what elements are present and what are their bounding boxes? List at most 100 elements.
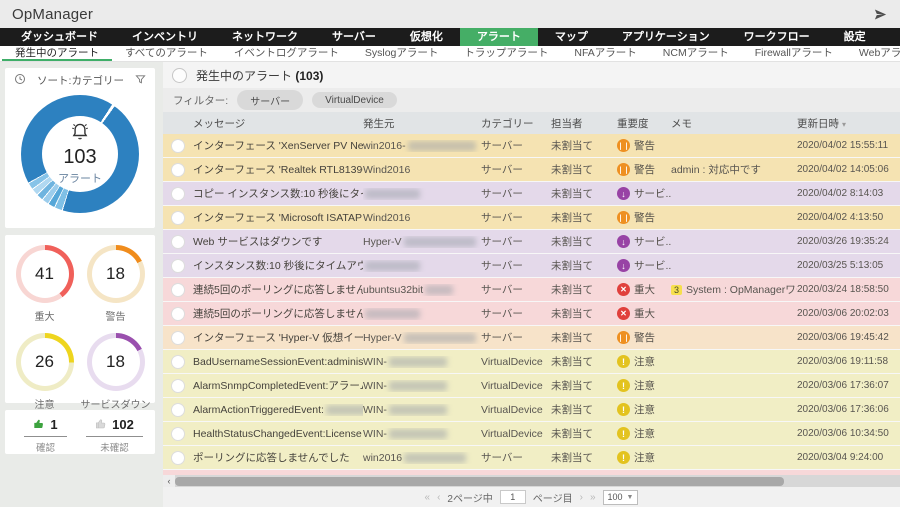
message-cell[interactable]: インターフェース 'Realtek RTL8139C+ Fast E... <box>193 162 363 177</box>
next-page-icon[interactable]: › <box>580 492 583 503</box>
filter-chip-virtualdevice[interactable]: VirtualDevice <box>312 92 397 108</box>
scroll-left-arrow-icon[interactable]: ‹ <box>163 476 175 486</box>
source-cell[interactable]: WIN- <box>363 404 481 416</box>
row-select-radio[interactable] <box>171 211 185 225</box>
table-row[interactable]: インスタンス数:10 秒後にタイムアウトにな...サーバー未割当てサービ...2… <box>163 254 900 277</box>
table-row[interactable]: インターフェース 'XenServer PV Network De...win2… <box>163 134 900 157</box>
nav-item[interactable]: ダッシュボード <box>4 28 115 46</box>
col-header-memo[interactable]: メモ <box>671 116 797 131</box>
nav-item[interactable]: アラート <box>460 28 538 46</box>
row-select-radio[interactable] <box>171 283 185 297</box>
page-number-input[interactable] <box>500 490 526 504</box>
row-select-radio[interactable] <box>171 163 185 177</box>
source-cell[interactable]: win2016 <box>363 452 481 464</box>
source-cell[interactable]: Hyper-V <box>363 236 481 248</box>
nav-item[interactable]: アプリケーション <box>605 28 727 46</box>
nav-item[interactable]: インベントリ <box>115 28 215 46</box>
nav-item[interactable]: 設定 <box>827 28 883 46</box>
memo-count-badge[interactable]: 3 <box>671 285 682 295</box>
row-select-radio[interactable] <box>171 427 185 441</box>
message-cell[interactable]: 連続5回のポーリングに応答しませんでした <box>193 306 363 321</box>
filter-chip-server[interactable]: サーバー <box>237 90 303 110</box>
history-clock-icon[interactable] <box>14 73 26 88</box>
ack-unconfirmed[interactable]: 102未確認 <box>80 417 149 449</box>
source-cell[interactable] <box>363 260 481 272</box>
source-cell[interactable]: Wind2016 <box>363 164 481 176</box>
subnav-item[interactable]: Syslogアラート <box>352 46 452 61</box>
table-row[interactable]: インターフェース 'Hyper-V 仮想イーサネット...Hyper-Vサーバー… <box>163 326 900 349</box>
message-cell[interactable]: HealthStatusChangedEvent:License Service… <box>193 428 363 440</box>
subnav-item[interactable]: NFAアラート <box>561 46 649 61</box>
subnav-item[interactable]: 発生中のアラート <box>2 46 112 61</box>
source-cell[interactable]: Hyper-V <box>363 332 481 344</box>
row-select-radio[interactable] <box>171 259 185 273</box>
source-cell[interactable]: Wind2016 <box>363 212 481 224</box>
horizontal-scrollbar[interactable]: ‹ <box>163 475 900 487</box>
nav-item[interactable]: レポート <box>883 28 900 46</box>
subnav-item[interactable]: Firewallアラート <box>742 46 846 61</box>
row-select-radio[interactable] <box>171 451 185 465</box>
prev-page-icon[interactable]: ‹ <box>437 492 440 503</box>
table-row[interactable]: 連続5回のポーリングに応答しませんでしたubuntsu32bitサーバー未割当て… <box>163 278 900 301</box>
last-page-icon[interactable]: » <box>590 492 596 503</box>
select-all-radio[interactable] <box>172 68 187 83</box>
ack-confirmed[interactable]: 1確認 <box>11 417 80 449</box>
source-cell[interactable]: WIN- <box>363 380 481 392</box>
message-cell[interactable]: ポーリングに応答しませんでした <box>193 450 363 465</box>
row-select-radio[interactable] <box>171 379 185 393</box>
filter-funnel-icon[interactable] <box>135 74 146 88</box>
subnav-item[interactable]: イベントログアラート <box>221 46 352 61</box>
table-row[interactable]: AlarmActionTriggeredEvent:WIN-VirtualDev… <box>163 398 900 421</box>
alert-category-donut-chart[interactable]: 103 アラート <box>21 95 139 213</box>
col-header-category[interactable]: カテゴリー <box>481 116 551 131</box>
source-cell[interactable]: WIN- <box>363 428 481 440</box>
row-select-radio[interactable] <box>171 187 185 201</box>
subnav-item[interactable]: トラップアラート <box>451 46 561 61</box>
nav-item[interactable]: ネットワーク <box>215 28 315 46</box>
scrollbar-thumb[interactable] <box>175 477 784 486</box>
source-cell[interactable]: WIN- <box>363 356 481 368</box>
message-cell[interactable]: AlarmActionTriggeredEvent: <box>193 404 363 416</box>
table-row[interactable]: 連続5回のポーリングに応答しませんでしたサーバー未割当て重大2020/03/06… <box>163 302 900 325</box>
source-cell[interactable] <box>363 308 481 320</box>
severity-ring[interactable]: 18警告 <box>80 245 151 323</box>
row-select-radio[interactable] <box>171 139 185 153</box>
table-row[interactable]: HealthStatusChangedEvent:License Service… <box>163 422 900 445</box>
subnav-item[interactable]: Webアラート <box>846 46 900 61</box>
message-cell[interactable]: インターフェース 'Hyper-V 仮想イーサネット... <box>193 330 363 345</box>
table-row[interactable]: コピー インスタンス数:10 秒後にタイムアウ...サーバー未割当てサービ...… <box>163 182 900 205</box>
table-row[interactable]: インターフェース 'Realtek RTL8139C+ Fast E...Win… <box>163 158 900 181</box>
nav-item[interactable]: ワークフロー <box>727 28 827 46</box>
table-row[interactable]: ポーリングに応答しませんでしたwin2016サーバー未割当て注意2020/03/… <box>163 446 900 469</box>
message-cell[interactable]: インターフェース 'XenServer PV Network De... <box>193 138 363 153</box>
paper-plane-icon[interactable] <box>873 7 888 22</box>
nav-item[interactable]: マップ <box>538 28 605 46</box>
source-cell[interactable]: ubuntsu32bit <box>363 284 481 296</box>
table-row[interactable]: BadUsernameSessionEvent:administrator@vs… <box>163 350 900 373</box>
nav-item[interactable]: 仮想化 <box>393 28 460 46</box>
col-header-source[interactable]: 発生元 <box>363 116 481 131</box>
message-cell[interactable]: 連続5回のポーリングに応答しませんでした <box>193 282 363 297</box>
row-select-radio[interactable] <box>171 307 185 321</box>
message-cell[interactable]: Web サービスはダウンです <box>193 234 363 249</box>
table-row[interactable]: インターフェース 'Microsoft ISATAP Adapter-...Wi… <box>163 206 900 229</box>
source-cell[interactable] <box>363 188 481 200</box>
col-header-updated[interactable]: 更新日時▾ <box>797 116 900 131</box>
severity-ring[interactable]: 26注意 <box>9 333 80 411</box>
subnav-item[interactable]: NCMアラート <box>650 46 742 61</box>
col-header-assignee[interactable]: 担当者 <box>551 116 617 131</box>
message-cell[interactable]: コピー インスタンス数:10 秒後にタイムアウ... <box>193 186 363 201</box>
table-row[interactable]: AlarmSnmpCompletedEvent:アラーム「テス...WIN-Vi… <box>163 374 900 397</box>
source-cell[interactable]: win2016- <box>363 140 481 152</box>
row-select-radio[interactable] <box>171 331 185 345</box>
page-size-select[interactable]: 100▼ <box>603 490 639 505</box>
nav-item[interactable]: サーバー <box>315 28 393 46</box>
col-header-message[interactable]: メッセージ <box>193 116 363 131</box>
message-cell[interactable]: インターフェース 'Microsoft ISATAP Adapter-... <box>193 210 363 225</box>
sort-arrow-icon[interactable]: ▾ <box>842 120 846 129</box>
message-cell[interactable]: BadUsernameSessionEvent:administrator@vs… <box>193 356 363 368</box>
message-cell[interactable]: AlarmSnmpCompletedEvent:アラーム「テス... <box>193 378 363 393</box>
row-select-radio[interactable] <box>171 355 185 369</box>
first-page-icon[interactable]: « <box>425 492 431 503</box>
severity-ring[interactable]: 18サービスダウン <box>80 333 151 411</box>
